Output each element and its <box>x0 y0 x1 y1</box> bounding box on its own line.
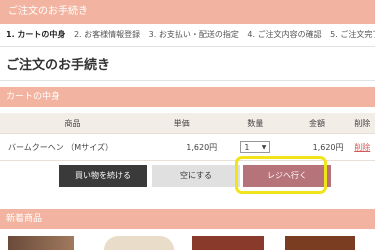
continue-shopping-button[interactable]: 買い物を続ける <box>59 165 147 187</box>
new-products-section-header: 新着商品 <box>0 209 375 229</box>
header-bar: ご注文のお手続き <box>0 0 375 24</box>
step-payment-shipping: 3. お支払い・配送の指定 <box>148 30 239 39</box>
delete-link[interactable]: 削除 <box>354 143 370 152</box>
step-confirm: 4. ご注文内容の確認 <box>247 30 322 39</box>
column-delete: 削除 <box>349 113 375 134</box>
cart-section-title: カートの中身 <box>6 92 61 102</box>
empty-cart-button[interactable]: 空にする <box>152 165 240 187</box>
unit-price: 1,620円 <box>145 133 222 161</box>
delete-cell: 削除 <box>349 133 375 161</box>
cart-table: 商品 単価 数量 金額 削除 バームクーヘン （Mサイズ） 1,620円 1 ▼… <box>0 113 375 161</box>
product-thumbnail[interactable] <box>285 236 355 250</box>
checkout-steps: 1. カートの中身 2. お客様情報登録 3. お支払い・配送の指定 4. ご注… <box>0 24 375 46</box>
column-quantity: 数量 <box>221 113 290 134</box>
column-price: 単価 <box>145 113 222 134</box>
column-amount: 金額 <box>289 113 350 134</box>
new-products-title: 新着商品 <box>6 214 43 224</box>
cart-table-header: 商品 単価 数量 金額 削除 <box>0 113 375 134</box>
product-name: バームクーヘン （Mサイズ） <box>0 133 145 161</box>
step-cart: 1. カートの中身 <box>6 30 66 39</box>
column-product: 商品 <box>0 113 145 134</box>
header-title: ご注文のお手続き <box>8 6 88 17</box>
quantity-value: 1 <box>244 143 250 152</box>
page-title: ご注文のお手続き <box>6 58 111 73</box>
chevron-down-icon: ▼ <box>261 144 267 151</box>
divider <box>0 80 375 81</box>
product-thumbnail[interactable] <box>104 236 174 250</box>
step-complete: 5. ご注文完了 <box>330 30 375 39</box>
step-customer-info: 2. お客様情報登録 <box>73 30 141 39</box>
quantity-select[interactable]: 1 ▼ <box>240 141 271 153</box>
product-thumbnail[interactable] <box>8 236 74 250</box>
cart-section-header: カートの中身 <box>0 87 375 107</box>
product-thumbnail[interactable] <box>192 236 264 250</box>
divider <box>0 46 375 47</box>
checkout-highlight <box>235 156 327 194</box>
